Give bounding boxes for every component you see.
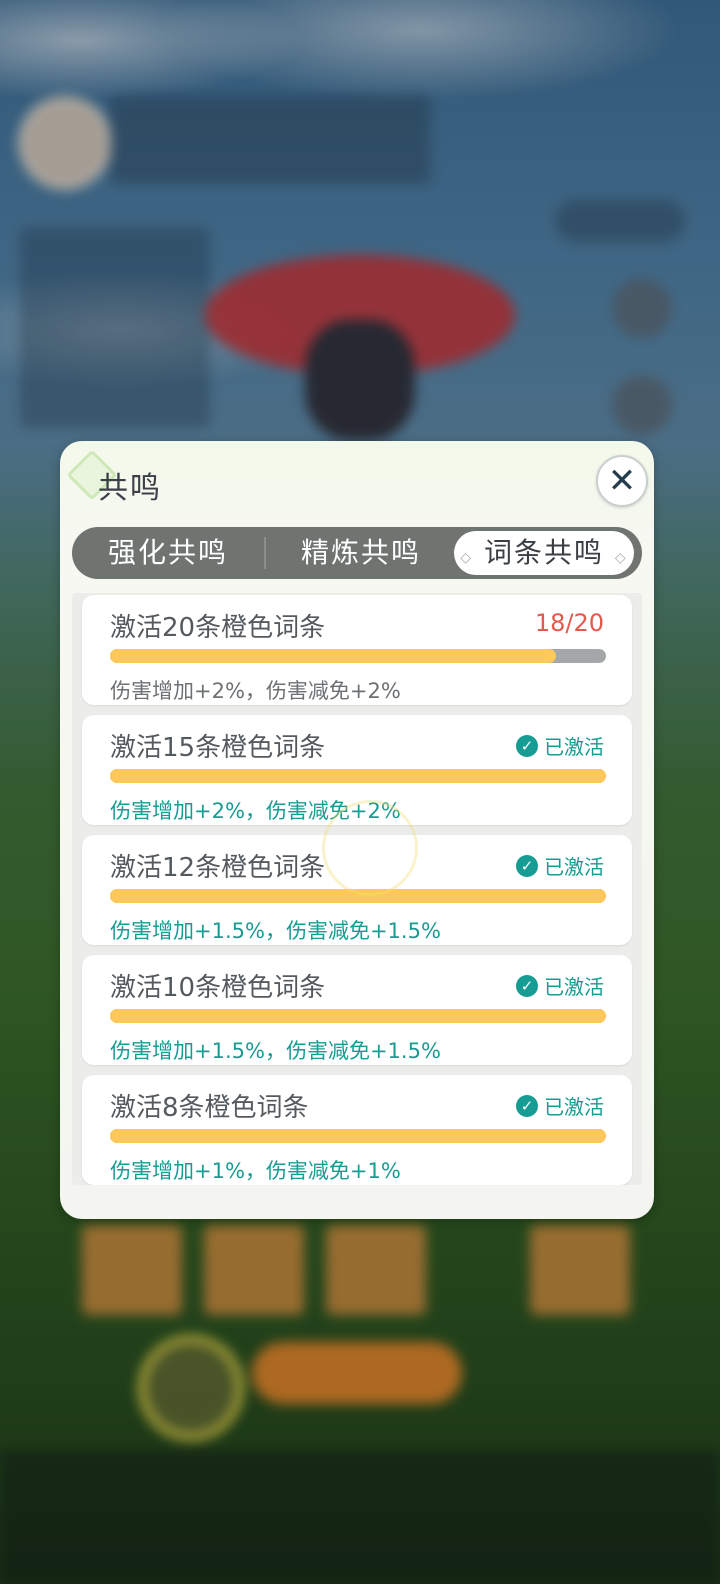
card-title: 激活8条橙色词条 [110,1093,309,1123]
diamond-right-icon: ◇ [614,550,628,566]
card-effect: 伤害增加+1.5%，伤害减免+1.5% [110,919,441,943]
tab-affix-resonance[interactable]: ◇ 词条共鸣 ◇ [454,531,634,575]
resonance-card: 激活20条橙色词条 18/20 伤害增加+2%，伤害减免+2% [82,595,632,705]
progress-count: 18/20 [534,609,604,637]
check-circle-icon: ✓ [516,1094,538,1117]
progress-bar-fill [110,1009,606,1023]
activated-badge: ✓ 已激活 [516,731,604,760]
card-effect: 伤害增加+2%，伤害减免+2% [110,679,401,703]
resonance-card: 激活8条橙色词条 ✓ 已激活 伤害增加+1%，伤害减免+1% [82,1075,632,1185]
progress-bar-fill [110,1129,606,1143]
activated-badge: ✓ 已激活 [516,1091,604,1120]
close-icon: ✕ [607,461,637,501]
check-circle-icon: ✓ [516,974,538,997]
diamond-left-icon: ◇ [460,550,474,566]
progress-bar [110,1009,606,1023]
sparkle-effect-icon [322,800,418,896]
progress-bar-fill [110,769,606,783]
progress-bar [110,769,606,783]
tab-refine-resonance[interactable]: 精炼共鸣 [268,527,454,579]
modal-title: 共鸣 [98,471,162,506]
progress-bar [110,649,606,663]
card-title: 激活12条橙色词条 [110,853,326,883]
card-title: 激活20条橙色词条 [110,613,326,643]
tab-divider [264,537,266,569]
tab-enhance-resonance[interactable]: 强化共鸣 [72,527,264,579]
check-circle-icon: ✓ [516,854,538,877]
card-title: 激活15条橙色词条 [110,733,326,763]
activated-badge: ✓ 已激活 [516,851,604,880]
close-button[interactable]: ✕ [596,455,648,507]
tab-bar: 强化共鸣 精炼共鸣 ◇ 词条共鸣 ◇ [72,527,642,579]
check-circle-icon: ✓ [516,734,538,757]
card-effect: 伤害增加+1%，伤害减免+1% [110,1159,401,1183]
card-title: 激活10条橙色词条 [110,973,326,1003]
resonance-card: 激活10条橙色词条 ✓ 已激活 伤害增加+1.5%，伤害减免+1.5% [82,955,632,1065]
activated-badge: ✓ 已激活 [516,971,604,1000]
card-effect: 伤害增加+1.5%，伤害减免+1.5% [110,1039,441,1063]
progress-bar-fill [110,649,557,663]
progress-bar [110,1129,606,1143]
